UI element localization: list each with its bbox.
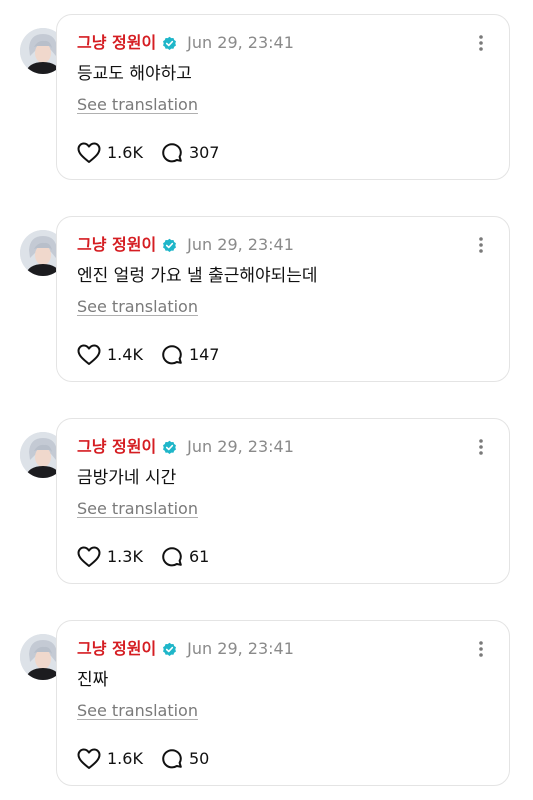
more-vertical-icon[interactable] xyxy=(471,33,491,53)
like-button[interactable]: 1.6K xyxy=(77,748,143,770)
post-card[interactable]: 그냥 정원이 Jun 29, 23:41 금방가네 시간 See transla… xyxy=(56,418,510,584)
like-button[interactable]: 1.3K xyxy=(77,546,143,568)
post-actions: 1.6K 307 xyxy=(77,141,237,165)
comment-button[interactable]: 147 xyxy=(161,344,220,366)
heart-icon xyxy=(77,546,101,567)
heart-icon xyxy=(77,142,101,163)
post-text: 진짜 xyxy=(77,670,109,690)
post-time: Jun 29, 23:41 xyxy=(187,235,294,254)
post-actions: 1.4K 147 xyxy=(77,343,237,367)
comment-bubble-icon xyxy=(162,547,182,567)
comment-bubble-icon xyxy=(162,345,182,365)
comment-button[interactable]: 307 xyxy=(161,142,220,164)
post-header: 그냥 정원이 Jun 29, 23:41 xyxy=(77,637,489,661)
see-translation-link[interactable]: See translation xyxy=(77,95,198,115)
post-card[interactable]: 그냥 정원이 Jun 29, 23:41 엔진 얼렁 가요 낼 출근해야되는데 … xyxy=(56,216,510,382)
post-header: 그냥 정원이 Jun 29, 23:41 xyxy=(77,435,489,459)
more-vertical-icon[interactable] xyxy=(471,639,491,659)
comment-count: 50 xyxy=(188,749,210,768)
username[interactable]: 그냥 정원이 xyxy=(77,33,156,53)
comment-count: 147 xyxy=(188,345,220,364)
username[interactable]: 그냥 정원이 xyxy=(77,437,156,457)
like-button[interactable]: 1.4K xyxy=(77,344,143,366)
more-vertical-icon[interactable] xyxy=(471,235,491,255)
post-header: 그냥 정원이 Jun 29, 23:41 xyxy=(77,233,489,257)
post-card[interactable]: 그냥 정원이 Jun 29, 23:41 진짜 See translation … xyxy=(56,620,510,786)
like-count: 1.6K xyxy=(107,749,143,768)
like-count: 1.3K xyxy=(107,547,143,566)
heart-icon xyxy=(77,344,101,365)
post-text: 금방가네 시간 xyxy=(77,468,177,488)
post-actions: 1.6K 50 xyxy=(77,747,227,771)
verified-badge-icon xyxy=(163,440,177,454)
username[interactable]: 그냥 정원이 xyxy=(77,639,156,659)
post-feed: 그냥 정원이 Jun 29, 23:41 등교도 해야하고 See transl… xyxy=(0,0,533,800)
comment-button[interactable]: 50 xyxy=(161,748,209,770)
verified-badge-icon xyxy=(163,36,177,50)
see-translation-link[interactable]: See translation xyxy=(77,701,198,721)
comment-bubble-icon xyxy=(162,143,182,163)
more-vertical-icon[interactable] xyxy=(471,437,491,457)
verified-badge-icon xyxy=(163,238,177,252)
post-header: 그냥 정원이 Jun 29, 23:41 xyxy=(77,31,489,55)
heart-icon xyxy=(77,748,101,769)
comment-bubble-icon xyxy=(162,749,182,769)
post-time: Jun 29, 23:41 xyxy=(187,639,294,658)
comment-button[interactable]: 61 xyxy=(161,546,209,568)
post-text: 엔진 얼렁 가요 낼 출근해야되는데 xyxy=(77,266,318,286)
post-text: 등교도 해야하고 xyxy=(77,64,192,84)
post-time: Jun 29, 23:41 xyxy=(187,33,294,52)
see-translation-link[interactable]: See translation xyxy=(77,499,198,519)
like-count: 1.6K xyxy=(107,143,143,162)
see-translation-link[interactable]: See translation xyxy=(77,297,198,317)
post-card[interactable]: 그냥 정원이 Jun 29, 23:41 등교도 해야하고 See transl… xyxy=(56,14,510,180)
post-time: Jun 29, 23:41 xyxy=(187,437,294,456)
like-count: 1.4K xyxy=(107,345,143,364)
comment-count: 307 xyxy=(188,143,220,162)
verified-badge-icon xyxy=(163,642,177,656)
comment-count: 61 xyxy=(188,547,210,566)
post-actions: 1.3K 61 xyxy=(77,545,227,569)
like-button[interactable]: 1.6K xyxy=(77,142,143,164)
username[interactable]: 그냥 정원이 xyxy=(77,235,156,255)
